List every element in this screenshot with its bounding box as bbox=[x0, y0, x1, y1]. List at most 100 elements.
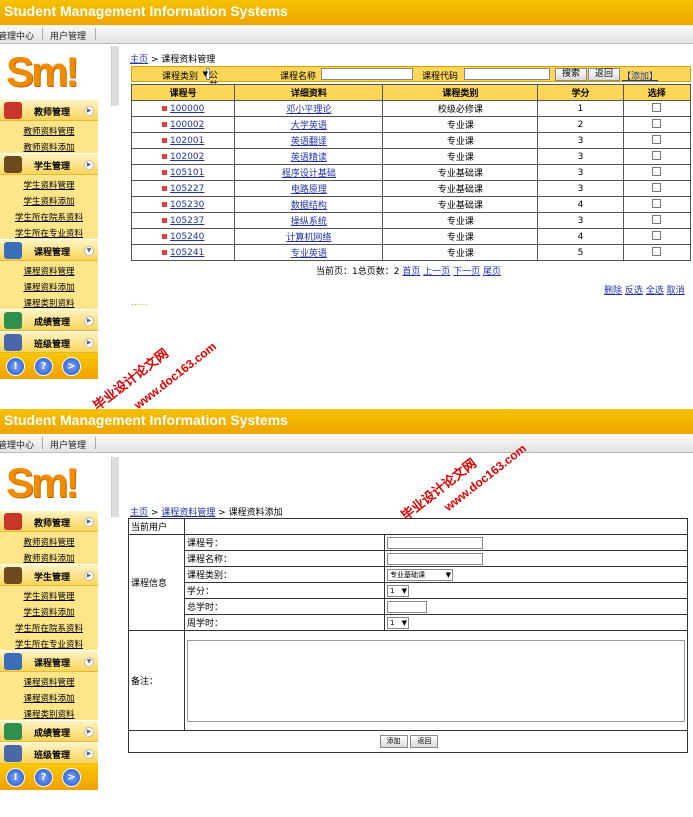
sidebar-item-teacher-manage[interactable]: 教师资料管理 bbox=[0, 532, 98, 548]
sidebar-item-course-manage[interactable]: 课程资料管理 bbox=[0, 261, 98, 277]
sidebar-item-student-dept[interactable]: 学生所在院系资料 bbox=[0, 207, 98, 223]
tab-user-manage[interactable]: 用户管理 bbox=[50, 438, 86, 451]
menu-course[interactable]: 课程管理 ▼ bbox=[0, 650, 98, 672]
course-code-link[interactable]: 102001 bbox=[170, 136, 204, 146]
menu-class[interactable]: 班级管理 ▶ bbox=[0, 742, 98, 764]
course-detail-link[interactable]: 计算机网络 bbox=[286, 233, 331, 243]
tab-admin-center[interactable]: 管理中心 bbox=[0, 438, 34, 451]
course-code-link[interactable]: 105101 bbox=[170, 168, 204, 178]
row-checkbox[interactable] bbox=[652, 230, 662, 240]
week-hours-select[interactable]: 1 ▼ bbox=[387, 616, 409, 629]
pager-first-link[interactable]: 首页 bbox=[402, 267, 420, 277]
menu-class[interactable]: 班级管理 ▶ bbox=[0, 331, 98, 353]
course-detail-link[interactable]: 英语翻译 bbox=[291, 137, 327, 147]
breadcrumb-course-manage[interactable]: 课程资料管理 bbox=[161, 508, 215, 518]
next-icon[interactable]: > bbox=[62, 357, 81, 376]
credit-select[interactable]: 1 ▼ bbox=[387, 584, 409, 597]
menu-student[interactable]: 学生管理 ▶ bbox=[0, 153, 98, 175]
chevron-down-icon: ▼ bbox=[401, 618, 407, 627]
course-code-input[interactable] bbox=[464, 68, 550, 80]
splitter-handle[interactable] bbox=[111, 457, 119, 517]
remark-textarea[interactable] bbox=[187, 639, 685, 722]
menu-grade[interactable]: 成绩管理 ▶ bbox=[0, 720, 98, 742]
sidebar-item-student-add[interactable]: 学生资料添加 bbox=[0, 191, 98, 207]
add-button[interactable]: 添加 bbox=[379, 735, 408, 748]
course-code-link[interactable]: 100002 bbox=[170, 120, 204, 130]
help-icon[interactable]: ? bbox=[34, 357, 53, 376]
course-detail-link[interactable]: 程序设计基础 bbox=[282, 169, 336, 179]
tab-admin-center[interactable]: 管理中心 bbox=[0, 29, 34, 42]
course-detail-link[interactable]: 大学英语 bbox=[291, 121, 327, 131]
course-code-link[interactable]: 105240 bbox=[170, 232, 204, 242]
course-code-link[interactable]: 105227 bbox=[170, 184, 204, 194]
info-icon[interactable]: ! bbox=[6, 357, 25, 376]
add-course-link[interactable]: 【添加】 bbox=[622, 69, 658, 82]
sidebar-item-student-major[interactable]: 学生所在专业资料 bbox=[0, 223, 98, 239]
course-detail-link[interactable]: 电路原理 bbox=[291, 185, 327, 195]
course-detail-link[interactable]: 操纵系统 bbox=[291, 217, 327, 227]
back-button[interactable]: 返回 bbox=[410, 735, 439, 748]
info-icon[interactable]: ! bbox=[6, 768, 25, 787]
course-detail-link[interactable]: 英语精读 bbox=[291, 153, 327, 163]
menu-student[interactable]: 学生管理 ▶ bbox=[0, 564, 98, 586]
sidebar-item-course-add[interactable]: 课程资料添加 bbox=[0, 277, 98, 293]
total-hours-input[interactable] bbox=[387, 600, 427, 613]
row-checkbox[interactable] bbox=[652, 214, 662, 224]
row-checkbox[interactable] bbox=[652, 182, 662, 192]
course-name-input[interactable] bbox=[387, 552, 483, 565]
menu-course[interactable]: 课程管理 ▼ bbox=[0, 239, 98, 261]
breadcrumb-home[interactable]: 主页 bbox=[130, 55, 148, 65]
course-code-link[interactable]: 105230 bbox=[170, 200, 204, 210]
sidebar-item-course-type[interactable]: 课程类别资料 bbox=[0, 293, 98, 309]
sidebar-item-student-manage[interactable]: 学生资料管理 bbox=[0, 175, 98, 191]
course-code-link[interactable]: 105237 bbox=[170, 216, 204, 226]
row-checkbox[interactable] bbox=[652, 198, 662, 208]
sidebar-item-student-major[interactable]: 学生所在专业资料 bbox=[0, 634, 98, 650]
invert-select-link[interactable]: 反选 bbox=[625, 286, 643, 296]
pager-prev-link[interactable]: 上一页 bbox=[423, 267, 450, 277]
row-checkbox[interactable] bbox=[652, 134, 662, 144]
row-checkbox[interactable] bbox=[652, 246, 662, 256]
sidebar-item-student-dept[interactable]: 学生所在院系资料 bbox=[0, 618, 98, 634]
delete-link[interactable]: 删除 bbox=[604, 286, 622, 296]
search-button[interactable]: 搜索 bbox=[555, 68, 588, 81]
cell-select bbox=[622, 116, 692, 133]
cancel-select-link[interactable]: 取消 bbox=[667, 286, 685, 296]
chevron-down-icon: ▼ bbox=[84, 246, 94, 256]
reset-button[interactable]: 返回 bbox=[588, 68, 621, 81]
sidebar-item-teacher-add[interactable]: 教师资料添加 bbox=[0, 137, 98, 153]
sidebar-item-course-type[interactable]: 课程类别资料 bbox=[0, 704, 98, 720]
course-name-input[interactable] bbox=[321, 68, 413, 80]
course-code-link[interactable]: 105241 bbox=[170, 248, 204, 258]
row-checkbox[interactable] bbox=[652, 102, 662, 112]
course-code-input[interactable] bbox=[387, 536, 483, 549]
course-type-select[interactable]: 专业基础课 ▼ bbox=[387, 568, 453, 581]
row-checkbox[interactable] bbox=[652, 118, 662, 128]
course-detail-link[interactable]: 数据结构 bbox=[291, 201, 327, 211]
next-icon[interactable]: > bbox=[62, 768, 81, 787]
help-icon[interactable]: ? bbox=[34, 768, 53, 787]
menu-teacher[interactable]: 教师管理 ▶ bbox=[0, 510, 98, 532]
sidebar-item-student-manage[interactable]: 学生资料管理 bbox=[0, 586, 98, 602]
breadcrumb-home[interactable]: 主页 bbox=[130, 508, 148, 518]
course-type-select[interactable]: 公共课▼ bbox=[203, 68, 218, 101]
sidebar-item-teacher-manage[interactable]: 教师资料管理 bbox=[0, 121, 98, 137]
pager-last-link[interactable]: 尾页 bbox=[483, 267, 501, 277]
tab-user-manage[interactable]: 用户管理 bbox=[50, 29, 86, 42]
course-code-link[interactable]: 100000 bbox=[170, 104, 204, 114]
row-checkbox[interactable] bbox=[652, 150, 662, 160]
sidebar-item-teacher-add[interactable]: 教师资料添加 bbox=[0, 548, 98, 564]
sidebar-item-course-add[interactable]: 课程资料添加 bbox=[0, 688, 98, 704]
pager-next-link[interactable]: 下一页 bbox=[453, 267, 480, 277]
sidebar-item-course-manage[interactable]: 课程资料管理 bbox=[0, 672, 98, 688]
splitter-handle[interactable] bbox=[111, 46, 119, 106]
row-checkbox[interactable] bbox=[652, 166, 662, 176]
course-detail-link[interactable]: 邓小平理论 bbox=[286, 105, 331, 115]
menu-grade[interactable]: 成绩管理 ▶ bbox=[0, 309, 98, 331]
course-detail-link[interactable]: 专业英语 bbox=[291, 249, 327, 259]
cell-code: 102001 bbox=[130, 132, 236, 149]
sidebar-item-student-add[interactable]: 学生资料添加 bbox=[0, 602, 98, 618]
course-code-link[interactable]: 102002 bbox=[170, 152, 204, 162]
menu-teacher[interactable]: 教师管理 ▶ bbox=[0, 99, 98, 121]
select-all-link[interactable]: 全选 bbox=[646, 286, 664, 296]
